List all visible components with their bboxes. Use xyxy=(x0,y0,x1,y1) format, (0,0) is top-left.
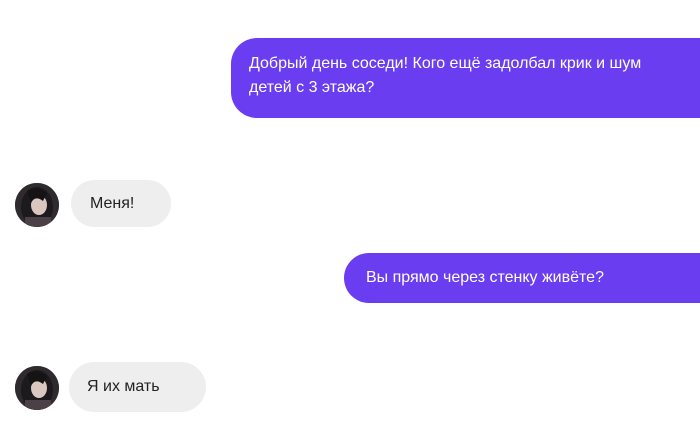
avatar-photo-icon xyxy=(15,183,59,227)
contact-avatar[interactable] xyxy=(15,183,59,227)
chat-thread: Добрый день соседи! Кого ещё задолбал кр… xyxy=(0,0,700,423)
message-bubble-incoming[interactable]: Меня! xyxy=(71,180,171,227)
contact-avatar[interactable] xyxy=(15,366,59,410)
avatar-photo-icon xyxy=(15,366,59,410)
message-bubble-incoming[interactable]: Я их мать xyxy=(69,362,206,412)
message-bubble-outgoing[interactable]: Добрый день соседи! Кого ещё задолбал кр… xyxy=(231,38,700,118)
message-bubble-outgoing[interactable]: Вы прямо через стенку живёте? xyxy=(344,253,700,303)
